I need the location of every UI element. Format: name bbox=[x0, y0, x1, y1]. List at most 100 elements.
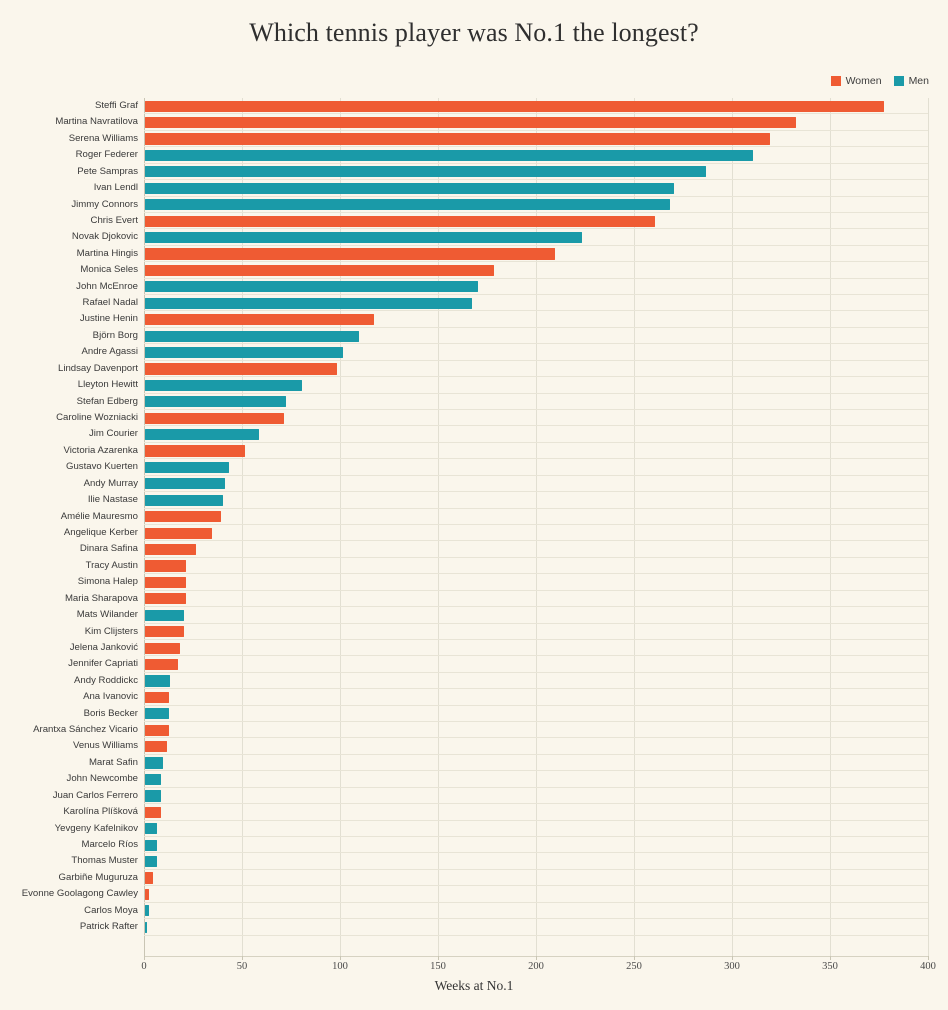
bar-women[interactable] bbox=[145, 412, 285, 424]
bar-row[interactable]: Garbiñe Muguruza bbox=[0, 870, 948, 887]
bar-row[interactable]: Novak Djokovic bbox=[0, 229, 948, 246]
bar-row[interactable]: Martina Hingis bbox=[0, 246, 948, 263]
bar-women[interactable] bbox=[145, 511, 222, 523]
legend-item-men[interactable]: Men bbox=[893, 75, 929, 87]
bar-women[interactable] bbox=[145, 248, 555, 260]
bar-row[interactable]: Ilie Nastase bbox=[0, 492, 948, 509]
bar-women[interactable] bbox=[145, 888, 149, 901]
bar-row[interactable]: Ivan Lendl bbox=[0, 180, 948, 197]
bar-row[interactable]: Steffi Graf bbox=[0, 98, 948, 115]
bar-women[interactable] bbox=[145, 117, 796, 129]
bar-women[interactable] bbox=[145, 872, 153, 884]
bar-row[interactable]: Yevgeny Kafelnikov bbox=[0, 821, 948, 837]
bar-row[interactable]: Roger Federer bbox=[0, 147, 948, 164]
bar-row[interactable]: Martina Navratilova bbox=[0, 114, 948, 131]
bar-row[interactable]: Pete Sampras bbox=[0, 164, 948, 181]
bar-row[interactable]: Carlos Moya bbox=[0, 903, 948, 920]
bar-men[interactable] bbox=[145, 429, 259, 441]
bar-men[interactable] bbox=[145, 790, 161, 802]
bar-row[interactable]: Monica Seles bbox=[0, 262, 948, 279]
bar-row[interactable]: Lleyton Hewitt bbox=[0, 377, 948, 394]
bar-men[interactable] bbox=[145, 149, 753, 162]
bar-men[interactable] bbox=[145, 330, 359, 342]
bar-row[interactable]: Boris Becker bbox=[0, 706, 948, 723]
bar-row[interactable]: Jimmy Connors bbox=[0, 197, 948, 213]
bar-women[interactable] bbox=[145, 626, 185, 638]
legend-item-women[interactable]: Women bbox=[830, 75, 882, 87]
bar-men[interactable] bbox=[145, 166, 706, 178]
bar-row[interactable]: Ana Ivanovic bbox=[0, 689, 948, 706]
bar-women[interactable] bbox=[145, 445, 245, 457]
bar-women[interactable] bbox=[145, 658, 179, 671]
bar-row[interactable]: Caroline Wozniacki bbox=[0, 410, 948, 427]
bar-women[interactable] bbox=[145, 363, 338, 375]
bar-row[interactable]: Tracy Austin bbox=[0, 558, 948, 575]
bar-men[interactable] bbox=[145, 297, 473, 309]
bar-row[interactable]: Dinara Safina bbox=[0, 541, 948, 558]
bar-row[interactable]: Jim Courier bbox=[0, 426, 948, 443]
bar-men[interactable] bbox=[145, 839, 157, 851]
bar-women[interactable] bbox=[145, 560, 187, 572]
bar-row[interactable]: Chris Evert bbox=[0, 213, 948, 230]
bar-row[interactable]: Stefan Edberg bbox=[0, 394, 948, 411]
bar-men[interactable] bbox=[145, 231, 583, 244]
bar-row[interactable]: Andy Roddickc bbox=[0, 673, 948, 690]
bar-row[interactable]: Patrick Rafter bbox=[0, 919, 948, 936]
bar-row[interactable]: Simona Halep bbox=[0, 574, 948, 591]
bar-men[interactable] bbox=[145, 921, 147, 933]
bar-row[interactable]: Marcelo Ríos bbox=[0, 837, 948, 854]
bar-row[interactable]: Kim Clijsters bbox=[0, 624, 948, 640]
bar-row[interactable]: Juan Carlos Ferrero bbox=[0, 788, 948, 805]
bar-women[interactable] bbox=[145, 215, 655, 227]
bar-women[interactable] bbox=[145, 133, 771, 145]
bar-row[interactable]: Andy Murray bbox=[0, 476, 948, 493]
bar-women[interactable] bbox=[145, 691, 169, 703]
bar-row[interactable]: Angelique Kerber bbox=[0, 525, 948, 542]
bar-row[interactable]: Thomas Muster bbox=[0, 853, 948, 870]
bar-row[interactable]: Marat Safin bbox=[0, 755, 948, 772]
bar-row[interactable]: Lindsay Davenport bbox=[0, 361, 948, 378]
bar-men[interactable] bbox=[145, 609, 185, 621]
bar-men[interactable] bbox=[145, 182, 675, 194]
bar-women[interactable] bbox=[145, 264, 494, 276]
bar-men[interactable] bbox=[145, 346, 343, 359]
bar-women[interactable] bbox=[145, 642, 181, 654]
bar-women[interactable] bbox=[145, 576, 187, 589]
bar-women[interactable] bbox=[145, 724, 169, 736]
bar-men[interactable] bbox=[145, 478, 226, 490]
bar-row[interactable]: Victoria Azarenka bbox=[0, 443, 948, 460]
bar-women[interactable] bbox=[145, 741, 167, 753]
bar-men[interactable] bbox=[145, 281, 479, 293]
bar-women[interactable] bbox=[145, 314, 375, 326]
bar-men[interactable] bbox=[145, 905, 149, 917]
bar-women[interactable] bbox=[145, 593, 187, 605]
bar-men[interactable] bbox=[145, 708, 169, 720]
bar-men[interactable] bbox=[145, 396, 287, 408]
bar-men[interactable] bbox=[145, 199, 671, 211]
bar-women[interactable] bbox=[145, 527, 212, 539]
bar-row[interactable]: Arantxa Sánchez Vicario bbox=[0, 722, 948, 739]
bar-row[interactable]: Andre Agassi bbox=[0, 344, 948, 361]
bar-men[interactable] bbox=[145, 823, 157, 835]
bar-row[interactable]: John Newcombe bbox=[0, 771, 948, 788]
bar-row[interactable]: Björn Borg bbox=[0, 328, 948, 345]
bar-row[interactable]: Evonne Goolagong Cawley bbox=[0, 886, 948, 903]
bar-men[interactable] bbox=[145, 757, 163, 769]
bar-row[interactable]: Jennifer Capriati bbox=[0, 656, 948, 673]
bar-women[interactable] bbox=[145, 543, 196, 556]
bar-men[interactable] bbox=[145, 494, 224, 506]
bar-row[interactable]: John McEnroe bbox=[0, 279, 948, 296]
bar-row[interactable]: Mats Wilander bbox=[0, 607, 948, 624]
bar-row[interactable]: Justine Henin bbox=[0, 311, 948, 328]
bar-men[interactable] bbox=[145, 379, 302, 391]
bar-row[interactable]: Maria Sharapova bbox=[0, 591, 948, 608]
bar-row[interactable]: Karolína Plíšková bbox=[0, 804, 948, 821]
bar-women[interactable] bbox=[145, 806, 161, 818]
bar-row[interactable]: Rafael Nadal bbox=[0, 295, 948, 312]
bar-row[interactable]: Amélie Mauresmo bbox=[0, 509, 948, 525]
bar-women[interactable] bbox=[145, 100, 884, 112]
bar-row[interactable]: Jelena Janković bbox=[0, 640, 948, 657]
bar-men[interactable] bbox=[145, 675, 171, 687]
bar-men[interactable] bbox=[145, 461, 230, 474]
bar-men[interactable] bbox=[145, 856, 157, 868]
